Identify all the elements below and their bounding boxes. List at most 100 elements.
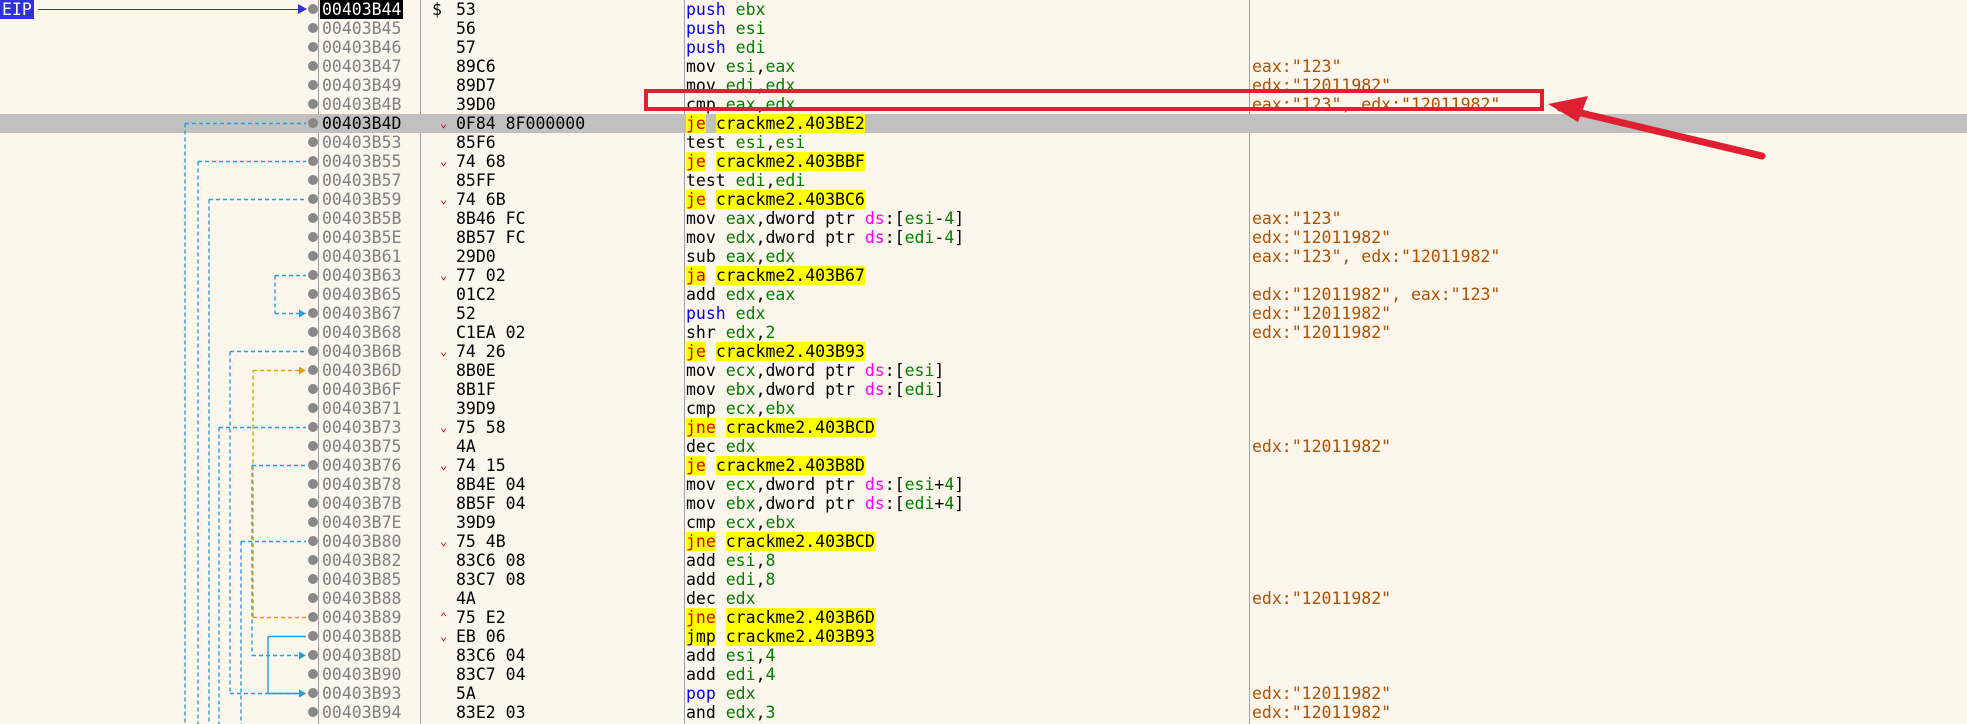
jump-arrow-head-icon [299,689,306,698]
asm-token[interactable]: crackme2.403BC6 [715,190,865,209]
disassembly-text: test esi,esi [686,133,805,152]
opcode-bytes: 8B46 FC [456,209,526,228]
asm-token[interactable]: crackme2.403B6D [725,608,875,627]
asm-token: :[ [884,209,905,228]
asm-token: cmp [686,399,726,418]
comment: edx:"12011982" [1252,228,1392,247]
asm-token: jne [686,532,716,551]
asm-token [706,190,716,209]
asm-token: ,dword ptr [755,380,865,399]
asm-token: , [755,323,766,342]
disassembly-text: je crackme2.403B8D [686,456,865,475]
asm-token[interactable]: crackme2.403BCD [725,532,875,551]
asm-token[interactable]: crackme2.403B93 [715,342,865,361]
comment: eax:"123" [1252,57,1342,76]
asm-token: edi [735,171,766,190]
opcode-bytes: 85F6 [456,133,496,152]
asm-token: ] [934,361,945,380]
address: 00403B57 [322,171,402,190]
address: 00403B82 [322,551,402,570]
asm-token: + [934,494,945,513]
asm-token: ,dword ptr [755,494,865,513]
opcode-bytes: 83C7 04 [456,665,526,684]
disassembly-text: add edi,4 [686,665,775,684]
address: 00403B44 [320,0,404,19]
asm-token: ecx [725,399,756,418]
asm-token[interactable]: crackme2.403B93 [725,627,875,646]
address: 00403B80 [322,532,402,551]
asm-token: add [686,551,726,570]
asm-token: je [686,456,706,475]
jump-down-icon: ⌄ [440,116,448,130]
address: 00403B65 [322,285,402,304]
asm-token: and [686,703,726,722]
disassembly-text: mov ebx,dword ptr ds:[edi] [686,380,944,399]
disassembly-text: mov esi,eax [686,57,795,76]
asm-token: 4 [944,475,955,494]
asm-token[interactable]: crackme2.403BBF [715,152,865,171]
asm-token: ds [864,494,885,513]
asm-token[interactable]: crackme2.403BE2 [715,114,865,133]
address: 00403B6D [322,361,402,380]
asm-token: ecx [725,475,756,494]
asm-token: edi [735,38,766,57]
asm-token: :[ [884,361,905,380]
jump-down-icon: ⌄ [440,534,448,548]
eip-arrow-head-icon [298,4,307,14]
asm-token: , [755,551,766,570]
address: 00403B7E [322,513,402,532]
asm-token: mov [686,57,726,76]
opcode-bytes: 83C6 08 [456,551,526,570]
address: 00403B63 [322,266,402,285]
disassembly-view[interactable]: 00403B44 $53 push ebx 00403B45 56 push esi 004… [0,0,1967,724]
disassembly-text: mov ecx,dword ptr ds:[esi] [686,361,944,380]
address: 00403B73 [322,418,402,437]
asm-token [716,418,726,437]
asm-token: mov [686,228,726,247]
asm-token: mov [686,361,726,380]
asm-token: ,dword ptr [755,228,865,247]
asm-token: push [686,0,736,19]
asm-token: 8 [765,551,776,570]
asm-token [716,608,726,627]
asm-token: edx [725,589,756,608]
disassembly-text: dec edx [686,589,756,608]
disassembly-text: jmp crackme2.403B93 [686,627,875,646]
address: 00403B94 [322,703,402,722]
address: 00403B71 [322,399,402,418]
address: 00403B88 [322,589,402,608]
disassembly-text: dec edx [686,437,756,456]
comment: eax:"123", edx:"12011982" [1252,247,1501,266]
label-marker: $ [432,0,442,19]
address: 00403B6F [322,380,402,399]
address: 00403B61 [322,247,402,266]
opcode-bytes: 8B0E [456,361,496,380]
asm-token: ebx [765,399,796,418]
asm-token: , [765,171,776,190]
asm-token: esi [904,209,935,228]
opcode-bytes: 85FF [456,171,496,190]
asm-token[interactable]: crackme2.403B67 [715,266,865,285]
jump-down-icon: ⌄ [440,420,448,434]
asm-token: edi [725,665,756,684]
disassembly-text: push edx [686,304,765,323]
asm-token: edx [725,703,756,722]
asm-token: , [755,646,766,665]
asm-token[interactable]: crackme2.403BCD [725,418,875,437]
address: 00403B78 [322,475,402,494]
address: 00403B7B [322,494,402,513]
asm-token: edx [765,247,796,266]
asm-token: ] [954,494,965,513]
asm-token: mov [686,494,726,513]
asm-token: ecx [725,513,756,532]
disassembly-text: jne crackme2.403B6D [686,608,875,627]
disassembly-text: ja crackme2.403B67 [686,266,865,285]
asm-token[interactable]: crackme2.403B8D [715,456,865,475]
jump-arrow-head-icon [299,366,306,375]
asm-token: 3 [765,703,776,722]
asm-token: ds [864,475,885,494]
asm-token: edi [904,494,935,513]
disassembly-text: add edi,8 [686,570,775,589]
asm-token: ] [934,380,945,399]
opcode-bytes: 83C6 04 [456,646,526,665]
